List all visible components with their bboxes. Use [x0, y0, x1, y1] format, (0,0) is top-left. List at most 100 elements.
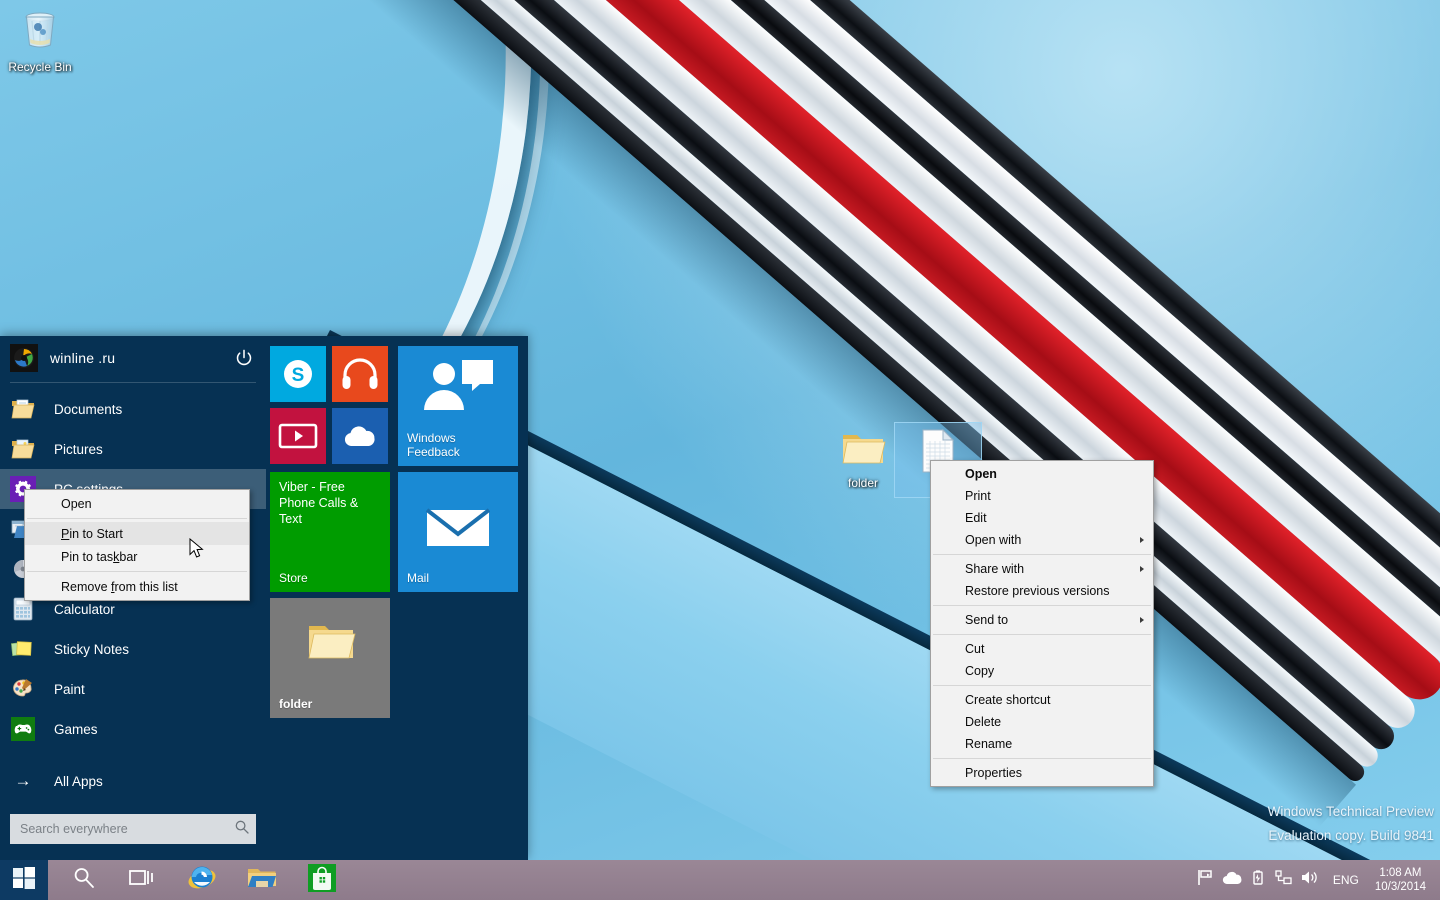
context-menu-label: Create shortcut: [965, 693, 1051, 707]
tray-language-indicator[interactable]: ENG: [1323, 860, 1369, 900]
context-menu-separator: [27, 571, 247, 572]
start-menu-item-label: Paint: [54, 681, 85, 697]
evaluation-watermark: Windows Technical Preview Evaluation cop…: [1268, 800, 1434, 848]
start-menu-item-label: Games: [54, 721, 98, 737]
taskbar-internet-explorer-button[interactable]: [180, 860, 224, 900]
tile-video[interactable]: [270, 408, 326, 464]
start-menu-item-documents[interactable]: Documents: [0, 389, 266, 429]
context-menu-item-edit[interactable]: Edit: [931, 507, 1153, 529]
context-menu-item-pin-to-taskbar[interactable]: Pin to taskbar: [25, 545, 249, 568]
context-menu-item-open[interactable]: Open: [25, 492, 249, 515]
taskbar[interactable]: ENG 1:08 AM 10/3/2014: [0, 860, 1440, 900]
desktop-file-context-menu[interactable]: Open Print Edit Open with Share with Res…: [930, 460, 1154, 787]
tray-onedrive-button[interactable]: [1219, 860, 1245, 900]
start-button[interactable]: [0, 860, 48, 900]
taskbar-search-button[interactable]: [62, 860, 106, 900]
cloud-icon: [1222, 871, 1242, 890]
context-menu-item-copy[interactable]: Copy: [931, 660, 1153, 682]
tile-onedrive[interactable]: [332, 408, 388, 464]
folder-icon: [306, 620, 356, 671]
context-menu-separator: [933, 685, 1151, 686]
context-menu-item-remove-from-list[interactable]: Remove from this list: [25, 575, 249, 598]
context-menu-item-open-with[interactable]: Open with: [931, 529, 1153, 551]
start-menu-item-paint[interactable]: Paint: [0, 669, 266, 709]
taskbar-clock[interactable]: 1:08 AM 10/3/2014: [1369, 860, 1436, 900]
start-menu-all-apps[interactable]: → All Apps: [0, 761, 266, 801]
context-menu-item-pin-to-start[interactable]: Pin to Start: [25, 522, 249, 545]
tile-mail[interactable]: Mail: [398, 472, 518, 592]
start-menu-item-label: Calculator: [54, 601, 115, 617]
tile-folder[interactable]: folder: [270, 598, 390, 718]
power-icon[interactable]: [232, 346, 256, 370]
arrow-right-icon: →: [14, 771, 32, 790]
onedrive-cloud-icon: [332, 408, 388, 464]
context-menu-label: Copy: [965, 664, 995, 678]
tile-skype[interactable]: S: [270, 346, 326, 402]
context-menu-item-cut[interactable]: Cut: [931, 638, 1153, 660]
system-tray: ENG 1:08 AM 10/3/2014: [1193, 860, 1440, 900]
context-menu-item-print[interactable]: Print: [931, 485, 1153, 507]
store-bag-icon: [308, 863, 336, 897]
tray-action-center-button[interactable]: [1193, 860, 1219, 900]
tile-music[interactable]: [332, 346, 388, 402]
documents-folder-icon: [10, 396, 36, 422]
mouse-cursor: [189, 537, 205, 565]
start-menu-item-label: Documents: [54, 401, 123, 417]
search-icon[interactable]: [234, 819, 250, 840]
sticky-notes-icon: [10, 636, 36, 662]
pictures-folder-icon: [10, 436, 36, 462]
context-menu-separator: [933, 634, 1151, 635]
tray-network-button[interactable]: [1271, 860, 1297, 900]
start-menu-tiles-panel: S Windows Feedback Viber - Free Phone Ca…: [266, 336, 528, 860]
games-controller-icon: [10, 716, 36, 742]
tile-label: Mail: [407, 571, 430, 585]
desktop-icon-label: folder: [847, 476, 879, 490]
tile-label: folder: [279, 697, 313, 711]
tile-label: Store: [279, 571, 308, 585]
context-menu-item-send-to[interactable]: Send to: [931, 609, 1153, 631]
context-menu-label: Share with: [965, 562, 1025, 576]
start-menu-item-games[interactable]: Games: [0, 709, 266, 749]
search-magnifier-icon: [72, 866, 96, 895]
language-label: ENG: [1332, 873, 1359, 887]
start-menu-item-label: Pictures: [54, 441, 103, 457]
flag-icon: [1197, 869, 1214, 891]
start-menu-context-menu[interactable]: Open Pin to Start Pin to taskbar Remove …: [24, 489, 250, 601]
chevron-right-icon: [1140, 566, 1144, 572]
video-play-icon: [270, 408, 326, 464]
headphones-icon: [332, 346, 388, 402]
tile-store-viber[interactable]: Viber - Free Phone Calls & Text Store: [270, 472, 390, 592]
context-menu-item-share-with[interactable]: Share with: [931, 558, 1153, 580]
taskbar-store-button[interactable]: [300, 860, 344, 900]
context-menu-item-delete[interactable]: Delete: [931, 711, 1153, 733]
skype-icon: S: [270, 346, 326, 402]
task-view-icon: [129, 867, 155, 894]
context-menu-label: Open: [965, 467, 997, 481]
context-menu-separator: [933, 758, 1151, 759]
feedback-person-icon: [422, 358, 496, 425]
svg-text:S: S: [292, 365, 305, 386]
start-menu-item-sticky-notes[interactable]: Sticky Notes: [0, 629, 266, 669]
tray-volume-button[interactable]: [1297, 860, 1323, 900]
context-menu-item-restore-previous-versions[interactable]: Restore previous versions: [931, 580, 1153, 602]
desktop-icon-folder[interactable]: folder: [823, 428, 903, 490]
tile-windows-feedback[interactable]: Windows Feedback: [398, 346, 518, 466]
start-menu-user-tile[interactable]: winline .ru: [0, 336, 266, 380]
search-input[interactable]: [20, 822, 234, 836]
context-menu-label: Restore previous versions: [965, 584, 1110, 598]
context-menu-item-open[interactable]: Open: [931, 463, 1153, 485]
context-menu-label: Edit: [965, 511, 987, 525]
context-menu-item-rename[interactable]: Rename: [931, 733, 1153, 755]
context-menu-label: Rename: [965, 737, 1013, 751]
context-menu-item-properties[interactable]: Properties: [931, 762, 1153, 784]
desktop-icon-label: Recycle Bin: [8, 60, 72, 74]
start-menu-search-box[interactable]: [10, 814, 256, 844]
desktop-icon-recycle-bin[interactable]: Recycle Bin: [0, 6, 80, 74]
taskbar-task-view-button[interactable]: [120, 860, 164, 900]
taskbar-file-explorer-button[interactable]: [240, 860, 284, 900]
start-menu-item-pictures[interactable]: Pictures: [0, 429, 266, 469]
clock-date: 10/3/2014: [1374, 881, 1426, 893]
tray-battery-button[interactable]: [1245, 860, 1271, 900]
start-menu-item-label: Sticky Notes: [54, 641, 130, 657]
context-menu-item-create-shortcut[interactable]: Create shortcut: [931, 689, 1153, 711]
